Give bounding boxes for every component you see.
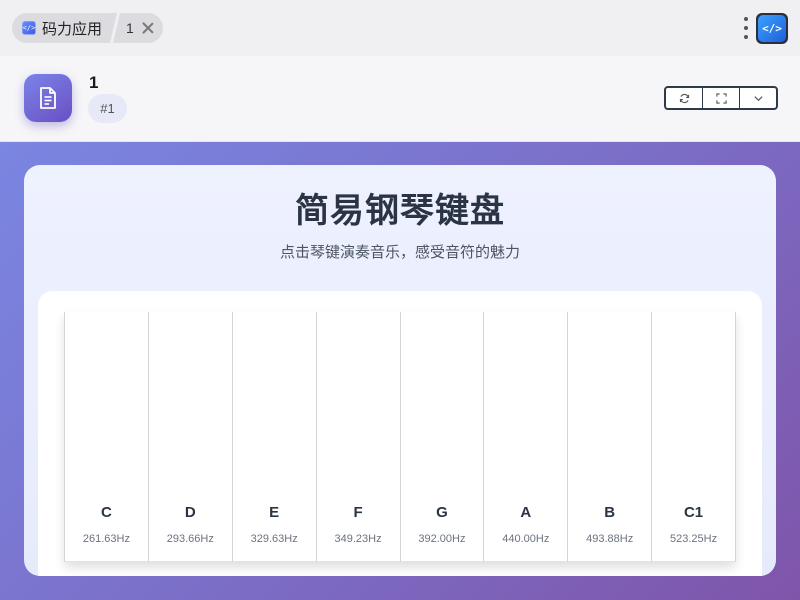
key-frequency: 293.66Hz — [166, 533, 214, 545]
key-frequency: 523.25Hz — [670, 533, 718, 545]
key-note: C — [101, 504, 112, 521]
app-title: 简易钢琴键盘 — [295, 191, 505, 231]
app-tab[interactable]: </> 码力应用 1 — [12, 13, 163, 43]
key-frequency: 493.88Hz — [586, 533, 634, 545]
piano-key-e[interactable]: E 329.63Hz — [231, 312, 316, 562]
tab-bar: </> 码力应用 1 </> — [0, 0, 800, 56]
piano-key-c1[interactable]: C1 523.25Hz — [651, 312, 736, 562]
refresh-icon — [679, 93, 689, 103]
piano-key-f[interactable]: F 349.23Hz — [315, 312, 400, 562]
tab-title: 码力应用 — [42, 19, 103, 38]
key-frequency: 261.63Hz — [82, 533, 130, 545]
code-app-icon: </> — [22, 21, 36, 35]
key-note: D — [184, 504, 196, 521]
more-options-icon[interactable] — [742, 16, 750, 40]
fullscreen-icon — [715, 92, 727, 104]
document-icon — [24, 74, 72, 122]
dropdown-button[interactable] — [740, 88, 776, 108]
tab-number: 1 — [126, 20, 134, 36]
key-frequency: 329.63Hz — [250, 533, 298, 545]
id-badge: #1 — [88, 94, 127, 123]
refresh-button[interactable] — [666, 88, 703, 108]
key-frequency: 349.23Hz — [334, 533, 382, 545]
piano-keys: C 261.63Hz D 293.66Hz E 329.63Hz F 349.2… — [64, 312, 736, 562]
key-note: G — [436, 504, 448, 521]
key-note: B — [604, 504, 616, 521]
piano-key-a[interactable]: A 440.00Hz — [483, 312, 568, 562]
header-action-group — [664, 86, 778, 110]
tab-divider — [110, 13, 121, 43]
key-frequency: 440.00Hz — [502, 533, 550, 545]
piano-key-b[interactable]: B 493.88Hz — [567, 312, 652, 562]
key-note: A — [520, 504, 532, 521]
key-frequency: 392.00Hz — [418, 533, 466, 545]
app-subtitle: 点击琴键演奏音乐，感受音符的魅力 — [279, 243, 520, 261]
piano-key-c[interactable]: C 261.63Hz — [64, 312, 148, 562]
app-stage: 简易钢琴键盘 点击琴键演奏音乐，感受音符的魅力 C 261.63Hz D 293… — [0, 142, 800, 600]
key-note: F — [353, 504, 363, 521]
fullscreen-button[interactable] — [703, 88, 740, 108]
page-title: 1 — [89, 73, 99, 92]
piano-key-d[interactable]: D 293.66Hz — [147, 312, 232, 562]
key-note: C1 — [683, 504, 704, 521]
app-header: 1 #1 — [0, 56, 800, 142]
keyboard-panel: C 261.63Hz D 293.66Hz E 329.63Hz F 349.2… — [38, 291, 762, 576]
piano-key-g[interactable]: G 392.00Hz — [399, 312, 484, 562]
piano-card: 简易钢琴键盘 点击琴键演奏音乐，感受音符的魅力 C 261.63Hz D 293… — [24, 165, 776, 576]
key-note: E — [269, 504, 280, 521]
chevron-down-icon — [753, 95, 763, 101]
code-extension-icon[interactable]: </> — [756, 13, 788, 44]
close-icon[interactable] — [141, 21, 155, 35]
